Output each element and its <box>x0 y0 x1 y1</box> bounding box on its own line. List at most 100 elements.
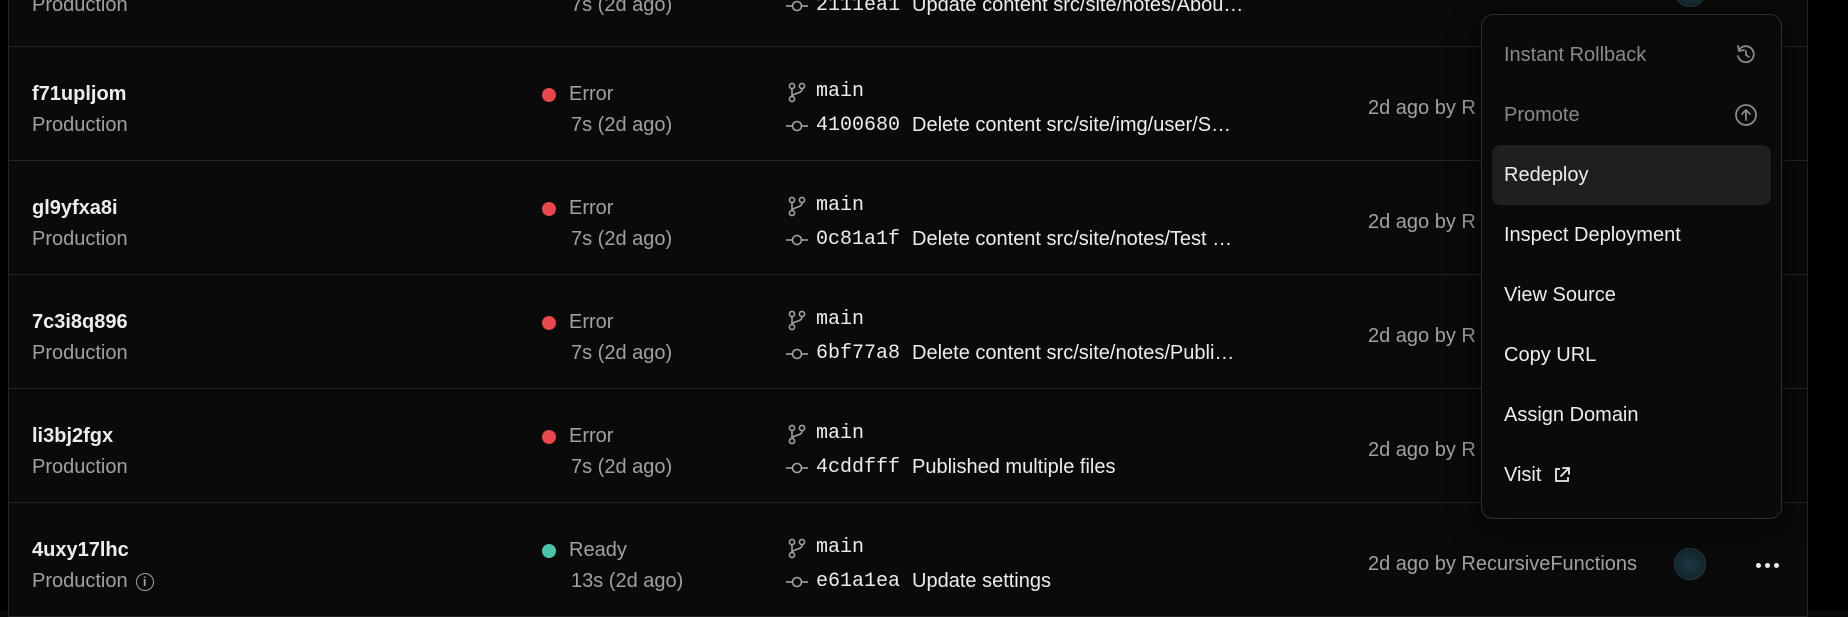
git-commit-icon <box>786 120 808 131</box>
commit-info[interactable]: e61a1ea Update settings <box>786 570 1051 593</box>
deployment-context-menu: Instant Rollback Promote Redeploy Inspec… <box>1481 14 1782 519</box>
duration-label: 13s (2d ago) <box>571 570 684 592</box>
menu-item-label: View Source <box>1504 283 1616 306</box>
info-icon[interactable]: i <box>135 572 154 591</box>
menu-item-instant-rollback[interactable]: Instant Rollback <box>1492 25 1771 85</box>
status-badge: Error <box>542 83 613 106</box>
duration-label: 7s (2d ago) <box>571 228 673 250</box>
branch-info[interactable]: main <box>786 80 864 103</box>
status-badge: Error <box>542 311 613 334</box>
rollback-icon <box>1737 45 1755 64</box>
menu-item-view-source[interactable]: View Source <box>1492 265 1771 325</box>
creator-label: 2d ago by RecursiveFunctions <box>1368 553 1638 575</box>
commit-sha: 0c81a1f <box>816 228 901 251</box>
commit-info[interactable]: 2111ea1 Update content src/site/notes/Ab… <box>786 0 1243 17</box>
menu-item-label: Visit <box>1504 463 1542 486</box>
deployment-id[interactable]: 7c3i8q896 <box>32 311 128 334</box>
creator-label: 2d ago by R <box>1368 97 1476 119</box>
duration-label: 7s (2d ago) <box>571 456 673 478</box>
branch-info[interactable]: main <box>786 194 864 217</box>
status-dot-icon <box>542 543 556 558</box>
creator-label: 2d ago by R <box>1368 439 1476 461</box>
branch-name: main <box>816 536 865 559</box>
avatar <box>1674 548 1706 580</box>
creator-label: 2d ago by R <box>1368 325 1476 347</box>
git-commit-icon <box>786 462 808 473</box>
branch-info[interactable]: main <box>786 536 864 559</box>
environment-label: Production <box>32 342 128 364</box>
status-badge: Error <box>542 197 613 220</box>
menu-item-assign-domain[interactable]: Assign Domain <box>1492 385 1771 445</box>
commit-message: Published multiple files <box>912 456 1116 478</box>
commit-message: Delete content src/site/img/user/S… <box>912 114 1232 136</box>
duration-label: 7s (2d ago) <box>571 114 673 136</box>
menu-item-label: Assign Domain <box>1504 403 1639 426</box>
branch-name: main <box>816 422 865 445</box>
branch-name: main <box>816 80 865 103</box>
more-icon[interactable] <box>1749 547 1785 583</box>
menu-item-label: Inspect Deployment <box>1504 223 1681 246</box>
creator-label: 2d ago by R <box>1368 211 1476 233</box>
menu-item-copy-url[interactable]: Copy URL <box>1492 325 1771 385</box>
git-branch-icon <box>788 82 806 102</box>
commit-sha: 4100680 <box>816 114 901 137</box>
branch-info[interactable]: main <box>786 308 864 331</box>
status-dot-icon <box>542 315 556 330</box>
git-commit-icon <box>786 234 808 245</box>
menu-item-promote[interactable]: Promote <box>1492 85 1771 145</box>
commit-sha: e61a1ea <box>816 570 901 593</box>
deployments-page: Production 7s (2d ago) 2111ea1 Update co… <box>0 0 1848 617</box>
avatar <box>1674 0 1706 7</box>
menu-item-label: Redeploy <box>1504 163 1589 186</box>
status-badge: Ready <box>542 539 627 562</box>
status-badge: Error <box>542 425 613 448</box>
status-label: Error <box>569 83 614 105</box>
commit-info[interactable]: 0c81a1f Delete content src/site/notes/Te… <box>786 228 1232 251</box>
menu-item-label: Instant Rollback <box>1504 43 1647 66</box>
deployment-id[interactable]: gl9yfxa8i <box>32 197 118 220</box>
menu-item-visit[interactable]: Visit <box>1492 445 1771 505</box>
status-dot-icon <box>542 87 556 102</box>
menu-item-redeploy[interactable]: Redeploy <box>1492 145 1771 205</box>
arrow-up-circle-icon <box>1735 104 1757 126</box>
table-row[interactable]: 4uxy17lhc Production i Ready 13s (2d ago… <box>9 503 1807 617</box>
commit-sha: 4cddfff <box>816 456 901 479</box>
menu-item-label: Copy URL <box>1504 343 1597 366</box>
deployment-id[interactable]: 4uxy17lhc <box>32 539 129 562</box>
environment-label: Production <box>32 456 128 478</box>
git-commit-icon <box>786 576 808 587</box>
status-dot-icon <box>542 429 556 444</box>
status-label: Ready <box>569 539 627 561</box>
status-label: Error <box>569 311 614 333</box>
branch-name: main <box>816 308 865 331</box>
menu-item-inspect-deployment[interactable]: Inspect Deployment <box>1492 205 1771 265</box>
duration-label: 7s (2d ago) <box>571 0 673 16</box>
commit-sha: 6bf77a8 <box>816 342 901 365</box>
deployment-id[interactable]: li3bj2fgx <box>32 425 113 448</box>
commit-message: Update settings <box>912 570 1051 592</box>
menu-item-label: Promote <box>1504 103 1580 126</box>
environment-label: Production <box>32 0 128 16</box>
status-label: Error <box>569 425 614 447</box>
external-link-icon <box>1555 467 1571 482</box>
environment-label: Production i <box>32 570 154 593</box>
commit-message: Delete content src/site/notes/Test … <box>912 228 1233 250</box>
commit-info[interactable]: 6bf77a8 Delete content src/site/notes/Pu… <box>786 342 1234 365</box>
git-branch-icon <box>788 538 806 558</box>
git-branch-icon <box>788 196 806 216</box>
commit-message: Update content src/site/notes/Abou… <box>912 0 1244 16</box>
git-commit-icon <box>786 348 808 359</box>
branch-name: main <box>816 194 865 217</box>
environment-label: Production <box>32 114 128 136</box>
branch-info[interactable]: main <box>786 422 864 445</box>
environment-text: Production <box>32 570 128 592</box>
status-label: Error <box>569 197 614 219</box>
deployment-id[interactable]: f71upljom <box>32 83 126 106</box>
status-dot-icon <box>542 201 556 216</box>
commit-info[interactable]: 4cddfff Published multiple files <box>786 456 1115 479</box>
commit-info[interactable]: 4100680 Delete content src/site/img/user… <box>786 114 1231 137</box>
git-commit-icon <box>786 0 808 11</box>
commit-message: Delete content src/site/notes/Publi… <box>912 342 1235 364</box>
git-branch-icon <box>788 310 806 330</box>
duration-label: 7s (2d ago) <box>571 342 673 364</box>
